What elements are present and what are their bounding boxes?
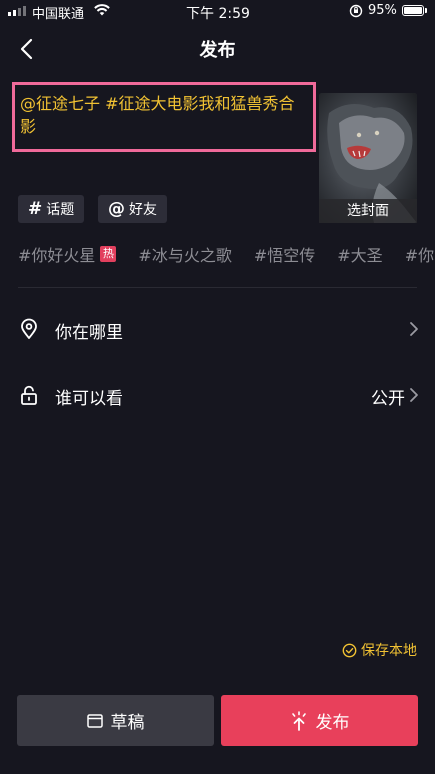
location-label: 你在哪里 bbox=[55, 323, 123, 343]
privacy-row[interactable]: 谁可以看 公开 bbox=[0, 373, 435, 417]
topic-suggestion-label: #冰与火之歌 bbox=[138, 246, 232, 265]
wifi-icon bbox=[94, 4, 110, 20]
save-local-toggle[interactable]: 保存本地 bbox=[342, 640, 417, 660]
divider bbox=[18, 287, 417, 288]
topic-suggestion[interactable]: #大圣 bbox=[337, 242, 382, 266]
friend-chip-button[interactable]: @ 好友 bbox=[98, 195, 167, 223]
draft-button[interactable]: 草稿 bbox=[17, 695, 214, 746]
draft-button-label: 草稿 bbox=[110, 713, 145, 733]
topic-suggestion-label: #悟空传 bbox=[253, 246, 316, 265]
hot-badge: 热 bbox=[100, 246, 117, 262]
signal-icon bbox=[8, 6, 26, 16]
topic-suggestion[interactable]: #悟空传 bbox=[254, 242, 315, 266]
topic-chip-button[interactable]: # 话题 bbox=[18, 195, 85, 223]
chevron-right-icon bbox=[410, 388, 418, 402]
status-bar: 中国联通 下午 2:59 95% bbox=[0, 0, 435, 24]
topic-suggestion-label: #你好火星 bbox=[18, 246, 96, 265]
publish-button-label: 发布 bbox=[315, 713, 350, 733]
chevron-right-icon bbox=[410, 322, 418, 336]
privacy-value: 公开 bbox=[371, 389, 405, 409]
orientation-lock-icon bbox=[349, 4, 363, 22]
draft-box-icon bbox=[86, 713, 103, 728]
carrier-name: 中国联通 bbox=[32, 7, 85, 22]
location-row[interactable]: 你在哪里 bbox=[0, 307, 435, 351]
battery-icon bbox=[402, 5, 424, 16]
topic-suggestion[interactable]: #冰与火之歌 bbox=[138, 242, 231, 266]
at-icon: @ bbox=[108, 199, 125, 219]
topic-suggestions: #你好火星 热 #冰与火之歌 #悟空传 #大圣 #你 bbox=[18, 242, 435, 266]
caption-input[interactable]: @征途七子 #征途大电影我和猛兽秀合影 bbox=[20, 92, 310, 138]
page-title: 发布 bbox=[199, 40, 236, 61]
battery-cap bbox=[425, 8, 427, 13]
privacy-label: 谁可以看 bbox=[55, 389, 123, 409]
friend-chip-label: 好友 bbox=[129, 202, 157, 218]
hashtag-icon: # bbox=[28, 199, 43, 219]
check-circle-icon bbox=[342, 643, 357, 657]
topic-suggestion-label: #大圣 bbox=[337, 246, 383, 265]
topic-suggestion-label: #你 bbox=[404, 246, 435, 265]
upload-arrow-icon bbox=[291, 710, 306, 731]
battery-percent: 95% bbox=[368, 3, 397, 18]
status-time: 下午 2:59 bbox=[186, 6, 250, 22]
topic-suggestion[interactable]: #你 bbox=[405, 242, 434, 266]
topic-chip-label: 话题 bbox=[46, 202, 75, 218]
topic-suggestion[interactable]: #你好火星 热 bbox=[18, 242, 117, 266]
select-cover-label[interactable]: 选封面 bbox=[319, 199, 417, 223]
location-pin-icon bbox=[21, 318, 37, 339]
publish-button[interactable]: 发布 bbox=[221, 695, 418, 746]
save-local-label: 保存本地 bbox=[361, 643, 417, 659]
unlock-icon bbox=[21, 385, 37, 405]
